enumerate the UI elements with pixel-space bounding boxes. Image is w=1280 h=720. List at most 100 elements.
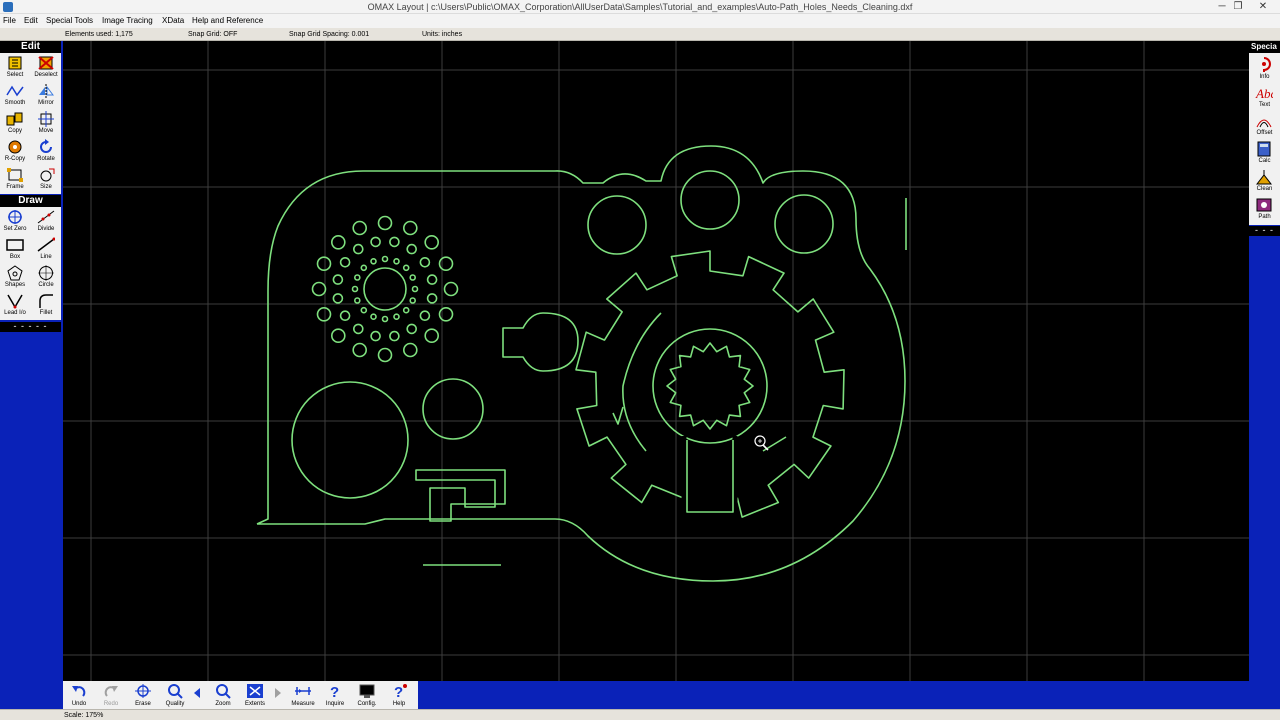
erase-button[interactable]: Erase (128, 681, 158, 709)
menu-image-tracing[interactable]: Image Tracing (102, 14, 153, 28)
select-tool[interactable]: Select (0, 53, 30, 81)
maximize-button[interactable]: ❐ (1230, 0, 1246, 14)
bolt-hole (332, 274, 344, 285)
rotate-tool-label: Rotate (37, 156, 55, 162)
bolt-hole (316, 306, 332, 322)
bolt-hole (438, 306, 454, 322)
copy-icon (6, 112, 23, 126)
minimize-button[interactable]: ─ (1214, 0, 1230, 14)
scale-readout: Scale: 175% (64, 712, 104, 719)
box-tool-label: Box (9, 254, 21, 260)
help-icon: ? (394, 684, 407, 699)
bolt-hole (316, 256, 332, 271)
info-icon (1262, 57, 1271, 72)
spline-hole (666, 342, 754, 430)
shapes-tool[interactable]: Shapes (0, 263, 30, 291)
divide-tool[interactable]: Divide (31, 207, 61, 235)
quality-button[interactable]: Quality (160, 681, 190, 709)
previous-arrow-icon[interactable] (194, 688, 200, 698)
quality-label: Quality (165, 701, 185, 707)
bolt-hole (339, 310, 351, 322)
info-tool[interactable]: Info (1249, 55, 1280, 83)
help-button[interactable]: ? Help (384, 681, 414, 709)
select-icon (8, 56, 22, 70)
smooth-tool[interactable]: Smooth (0, 81, 30, 109)
extents-button[interactable]: Extents (240, 681, 270, 709)
menu-file[interactable]: File (3, 14, 16, 28)
size-tool[interactable]: Size (31, 165, 61, 193)
fillet-tool[interactable]: Fillet (31, 291, 61, 319)
lead-io-tool-label: Lead I/o (4, 310, 26, 316)
size-icon (40, 168, 55, 182)
rotate-tool[interactable]: Rotate (31, 137, 61, 165)
offset-tool[interactable]: Offset (1249, 111, 1280, 139)
bolt-hole (370, 236, 381, 248)
bolt-hole (406, 323, 418, 335)
hub-neck (681, 436, 738, 509)
line-tool[interactable]: Line (31, 235, 61, 263)
draw-palette-title: Draw (0, 195, 61, 207)
close-button[interactable]: ✕ (1248, 0, 1278, 14)
redo-icon (104, 686, 118, 697)
deselect-tool[interactable]: Deselect (31, 53, 61, 81)
bolt-hole (330, 328, 346, 344)
line-tool-label: Line (40, 254, 52, 260)
inquire-button[interactable]: ? Inquire (320, 681, 350, 709)
erase-icon (135, 684, 151, 698)
bolt-hole (426, 293, 438, 304)
menu-bar: File Edit Special Tools Image Tracing XD… (0, 14, 1280, 28)
mirror-tool[interactable]: Mirror (31, 81, 61, 109)
line-icon (37, 237, 55, 252)
rotate-copy-tool[interactable]: R-Copy (0, 137, 30, 165)
text-tool-label: Text (1258, 102, 1270, 108)
snap-spacing-status: Snap Grid Spacing: 0.001 (289, 31, 370, 38)
rotate-copy-tool-label: R-Copy (4, 156, 26, 162)
lead-io-tool[interactable]: Lead I/o (0, 291, 30, 319)
set-zero-tool[interactable]: Set Zero (0, 207, 30, 235)
menu-edit[interactable]: Edit (24, 14, 38, 28)
mirror-tool-label: Mirror (38, 100, 54, 106)
menu-xdata[interactable]: XData (162, 14, 184, 28)
move-tool[interactable]: Move (31, 109, 61, 137)
zoom-button[interactable]: Zoom (208, 681, 238, 709)
box-tool[interactable]: Box (0, 235, 30, 263)
frame-tool[interactable]: Frame (0, 165, 30, 193)
window-title: OMAX Layout | c:\Users\Public\OMAX_Corpo… (367, 2, 913, 12)
path-tool[interactable]: Path (1249, 195, 1280, 223)
draw-palette: Set Zero Divide Box Line Shapes Circle L… (0, 207, 61, 320)
special-palette-more[interactable]: - - - (1249, 226, 1280, 236)
offset-tool-label: Offset (1256, 130, 1273, 136)
lead-io-icon (7, 294, 23, 309)
hole-top-2 (680, 170, 740, 230)
calc-tool-label: Calc (1258, 158, 1271, 164)
bolt-hole (426, 274, 438, 285)
draw-palette-more[interactable]: - - - - - (0, 322, 61, 332)
copy-tool[interactable]: Copy (0, 109, 30, 137)
bolt-hole (393, 313, 400, 321)
part-drawing[interactable] (63, 41, 1249, 681)
omax-layout-window: OMAX Layout | c:\Users\Public\OMAX_Corpo… (0, 0, 1280, 720)
menu-special-tools[interactable]: Special Tools (46, 14, 93, 28)
svg-text:?: ? (394, 684, 403, 699)
measure-button[interactable]: Measure (288, 681, 318, 709)
hub-circle (652, 328, 768, 444)
drawing-canvas[interactable] (63, 41, 1249, 681)
next-arrow-icon[interactable] (275, 688, 281, 698)
redo-label: Redo (103, 701, 119, 707)
deselect-icon (38, 56, 54, 70)
config-button[interactable]: Config. (352, 681, 382, 709)
erase-label: Erase (135, 701, 151, 707)
calc-tool[interactable]: Calc (1249, 139, 1280, 167)
clean-tool[interactable]: Clean (1249, 167, 1280, 195)
text-tool[interactable]: Abc Text (1249, 83, 1280, 111)
bolt-hole (351, 285, 359, 293)
bolt-hole (353, 297, 361, 304)
text-icon: Abc (1255, 86, 1273, 101)
redo-button[interactable]: Redo (96, 681, 126, 709)
circle-tool[interactable]: Circle (31, 263, 61, 291)
undo-button[interactable]: Undo (64, 681, 94, 709)
menu-help-and-reference[interactable]: Help and Reference (192, 14, 263, 28)
frame-tool-label: Frame (6, 184, 24, 190)
bolt-hole (352, 323, 364, 335)
status-bar: Elements used: 1,175 Snap Grid: OFF Snap… (0, 28, 1280, 41)
